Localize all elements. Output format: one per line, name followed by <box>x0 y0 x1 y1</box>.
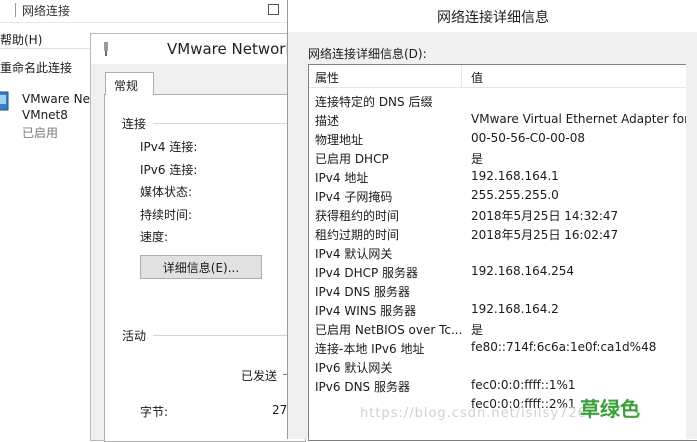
list-item[interactable]: 租约过期的时间 2018年5月25日 16:02:47 <box>309 224 697 243</box>
maximize-icon[interactable] <box>268 4 279 15</box>
explorer-title: 网络连接 <box>22 4 71 18</box>
speed-label: 速度: <box>140 230 169 244</box>
property-cell: IPv4 子网掩码 <box>315 190 393 204</box>
list-item[interactable]: 描述 VMware Virtual Ethernet Adapter for <box>309 110 697 129</box>
value-cell: VMware Virtual Ethernet Adapter for <box>471 112 690 126</box>
value-cell: 192.168.164.1 <box>471 169 559 183</box>
details-scrollbar[interactable] <box>686 64 697 439</box>
property-cell: IPv4 DHCP 服务器 <box>315 266 419 280</box>
value-cell: 2018年5月25日 14:32:47 <box>471 209 619 223</box>
value-cell: 2018年5月25日 16:02:47 <box>471 228 619 242</box>
details-titlebar: 网络连接详细信息 <box>288 0 697 32</box>
column-separator[interactable] <box>461 65 462 87</box>
list-item[interactable]: IPv4 WINS 服务器 192.168.164.2 <box>309 300 697 319</box>
adapter-vmnet8[interactable]: VMware Ne VMnet8 已启用 <box>0 90 95 140</box>
value-cell: 00-50-56-C0-00-08 <box>471 131 586 145</box>
list-item[interactable]: IPv6 默认网关 <box>309 357 697 376</box>
adapter-status: 已启用 <box>22 126 59 140</box>
property-cell: IPv4 DNS 服务器 <box>315 285 410 299</box>
adapter-name: VMware Ne <box>22 92 90 106</box>
list-item[interactable]: 连接特定的 DNS 后缀 <box>309 91 697 110</box>
list-item[interactable]: IPv4 DHCP 服务器 192.168.164.254 <box>309 262 697 281</box>
header-border <box>309 87 697 88</box>
property-cell: IPv4 WINS 服务器 <box>315 304 417 318</box>
status-titlebar: VMware Network <box>91 34 301 64</box>
value-cell: fe80::714f:6c6a:1e0f:ca1d%48 <box>471 340 657 354</box>
property-cell: 连接-本地 IPv6 地址 <box>315 342 425 356</box>
property-cell: 物理地址 <box>315 133 364 147</box>
bytes-label: 字节: <box>140 405 169 419</box>
title-separator <box>15 3 16 17</box>
column-header-property[interactable]: 属性 <box>315 69 339 86</box>
value-cell: fec0:0:0:ffff::1%1 <box>471 378 576 392</box>
column-header-value[interactable]: 值 <box>471 69 483 86</box>
list-item[interactable]: 连接-本地 IPv6 地址 fe80::714f:6c6a:1e0f:ca1d%4… <box>309 338 697 357</box>
property-cell: 获得租约的时间 <box>315 209 400 223</box>
property-cell: 描述 <box>315 114 340 128</box>
details-caption: 网络连接详细信息(D): <box>308 47 427 61</box>
property-cell: 已启用 NetBIOS over Tc... <box>315 323 463 337</box>
property-cell: IPv6 DNS 服务器 <box>315 380 410 394</box>
value-cell: 192.168.164.2 <box>471 302 559 316</box>
details-button[interactable]: 详细信息(E)... <box>140 255 262 279</box>
adapter-status-dialog: VMware Network 常规 连接 IPv4 连接: IPv6 连接: 媒… <box>90 33 306 442</box>
tab-general[interactable]: 常规 <box>105 72 154 95</box>
network-adapter-icon <box>0 91 9 111</box>
property-cell: IPv4 地址 <box>315 171 369 185</box>
value-cell: 是 <box>471 323 484 337</box>
ipv4-connectivity-label: IPv4 连接: <box>140 140 198 154</box>
sent-label: 已发送 <box>241 369 278 383</box>
tab-general-label: 常规 <box>114 79 139 93</box>
value-cell: 255.255.255.0 <box>471 188 559 202</box>
activity-group-divider <box>153 335 305 336</box>
watermark-label: 草绿色 <box>580 397 640 421</box>
list-item[interactable]: 物理地址 00-50-56-C0-00-08 <box>309 129 697 148</box>
property-cell: 租约过期的时间 <box>315 228 400 242</box>
activity-group-title: 活动 <box>122 329 147 343</box>
list-item[interactable]: IPv4 DNS 服务器 <box>309 281 697 300</box>
media-state-label: 媒体状态: <box>140 185 193 199</box>
connection-group-divider <box>153 123 305 124</box>
property-cell: IPv6 默认网关 <box>315 361 393 375</box>
ipv6-connectivity-label: IPv6 连接: <box>140 163 198 177</box>
menu-help[interactable]: 帮助(H) <box>0 31 42 48</box>
list-item[interactable]: IPv4 默认网关 <box>309 243 697 262</box>
list-item[interactable]: 获得租约的时间 2018年5月25日 14:32:47 <box>309 205 697 224</box>
property-cell: 已启用 DHCP <box>315 152 389 166</box>
rename-connection-button[interactable]: 重命名此连接 <box>0 59 72 76</box>
property-cell: IPv4 默认网关 <box>315 247 393 261</box>
list-item[interactable]: IPv4 地址 192.168.164.1 <box>309 167 697 186</box>
list-item[interactable]: 已启用 NetBIOS over Tc... 是 <box>309 319 697 338</box>
explorer-titlebar: 网络连接 <box>0 0 288 23</box>
adapter-network: VMnet8 <box>22 108 68 122</box>
property-cell: 连接特定的 DNS 后缀 <box>315 95 433 109</box>
network-plug-icon <box>104 42 108 56</box>
value-cell: 是 <box>471 152 484 166</box>
list-item[interactable]: 已启用 DHCP 是 <box>309 148 697 167</box>
bytes-sent-value: 27 <box>272 403 288 417</box>
details-title: 网络连接详细信息 <box>437 10 549 26</box>
value-cell: 192.168.164.254 <box>471 264 575 278</box>
details-list[interactable]: 属性 值 连接特定的 DNS 后缀 描述 VMware Virtual Ether… <box>308 64 697 441</box>
connection-group-title: 连接 <box>122 117 147 131</box>
status-title: VMware Network <box>167 40 295 58</box>
duration-label: 持续时间: <box>140 208 193 222</box>
list-item[interactable]: IPv4 子网掩码 255.255.255.0 <box>309 186 697 205</box>
watermark-url: https://blog.csdn.net/isilsy726 <box>360 406 587 421</box>
network-connection-details-dialog: 网络连接详细信息 网络连接详细信息(D): 属性 值 连接特定的 DNS 后缀 … <box>287 0 697 441</box>
